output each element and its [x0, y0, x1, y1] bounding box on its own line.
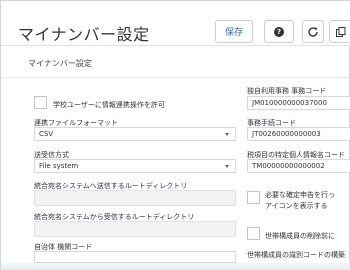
send-method-value: File system: [39, 162, 79, 170]
chevron-down-icon: [225, 133, 229, 136]
receive-root-input[interactable]: [34, 221, 236, 237]
confirm-tax-checkbox-label-2: アイコンを表示する: [265, 202, 328, 210]
file-format-select[interactable]: CSV: [34, 127, 236, 141]
school-users-checkbox-label: 学校ユーザーに情報連携操作を許可: [53, 101, 165, 109]
save-button[interactable]: 保存: [215, 20, 253, 43]
window: マイナンバー設定 保存 ? マイナンバー設定 学校ユーザーに情報連携操作を許可 …: [0, 0, 350, 270]
bottom-edge: [1, 263, 350, 270]
confirm-tax-checkbox-label: 必要な確定申告を行っ: [265, 191, 335, 199]
chevron-down-icon: [225, 165, 229, 168]
divider: [2, 77, 350, 78]
header-bar: マイナンバー設定 保存 ?: [1, 1, 350, 46]
help-icon: ?: [274, 26, 284, 37]
refresh-button[interactable]: [302, 20, 324, 43]
tax-item-code-input[interactable]: TM00000000000002: [247, 159, 350, 173]
office-code-input[interactable]: JM010000000037000: [247, 96, 350, 110]
section-subtitle: マイナンバー設定: [28, 59, 92, 68]
confirm-tax-checkbox[interactable]: [247, 191, 260, 204]
file-format-value: CSV: [39, 130, 54, 138]
help-button[interactable]: ?: [264, 20, 294, 43]
refresh-icon: [308, 26, 318, 37]
send-root-input[interactable]: [34, 190, 236, 206]
copy-button[interactable]: [329, 20, 350, 43]
household-code-label: 世帯構成員の識別コードの構築: [247, 251, 345, 259]
school-users-checkbox[interactable]: [34, 96, 47, 109]
org-code-input[interactable]: [34, 251, 236, 263]
household-delete-checkbox-label: 世帯構成員の削除前に: [265, 232, 335, 240]
procedure-code-input[interactable]: JT00260000000003: [247, 127, 350, 141]
copy-icon: [335, 26, 345, 37]
page-title: マイナンバー設定: [18, 25, 150, 44]
household-delete-checkbox[interactable]: [247, 227, 260, 240]
send-method-select[interactable]: File system: [34, 159, 236, 173]
office-code-label: 独自利用事務 事務コード: [247, 87, 327, 95]
